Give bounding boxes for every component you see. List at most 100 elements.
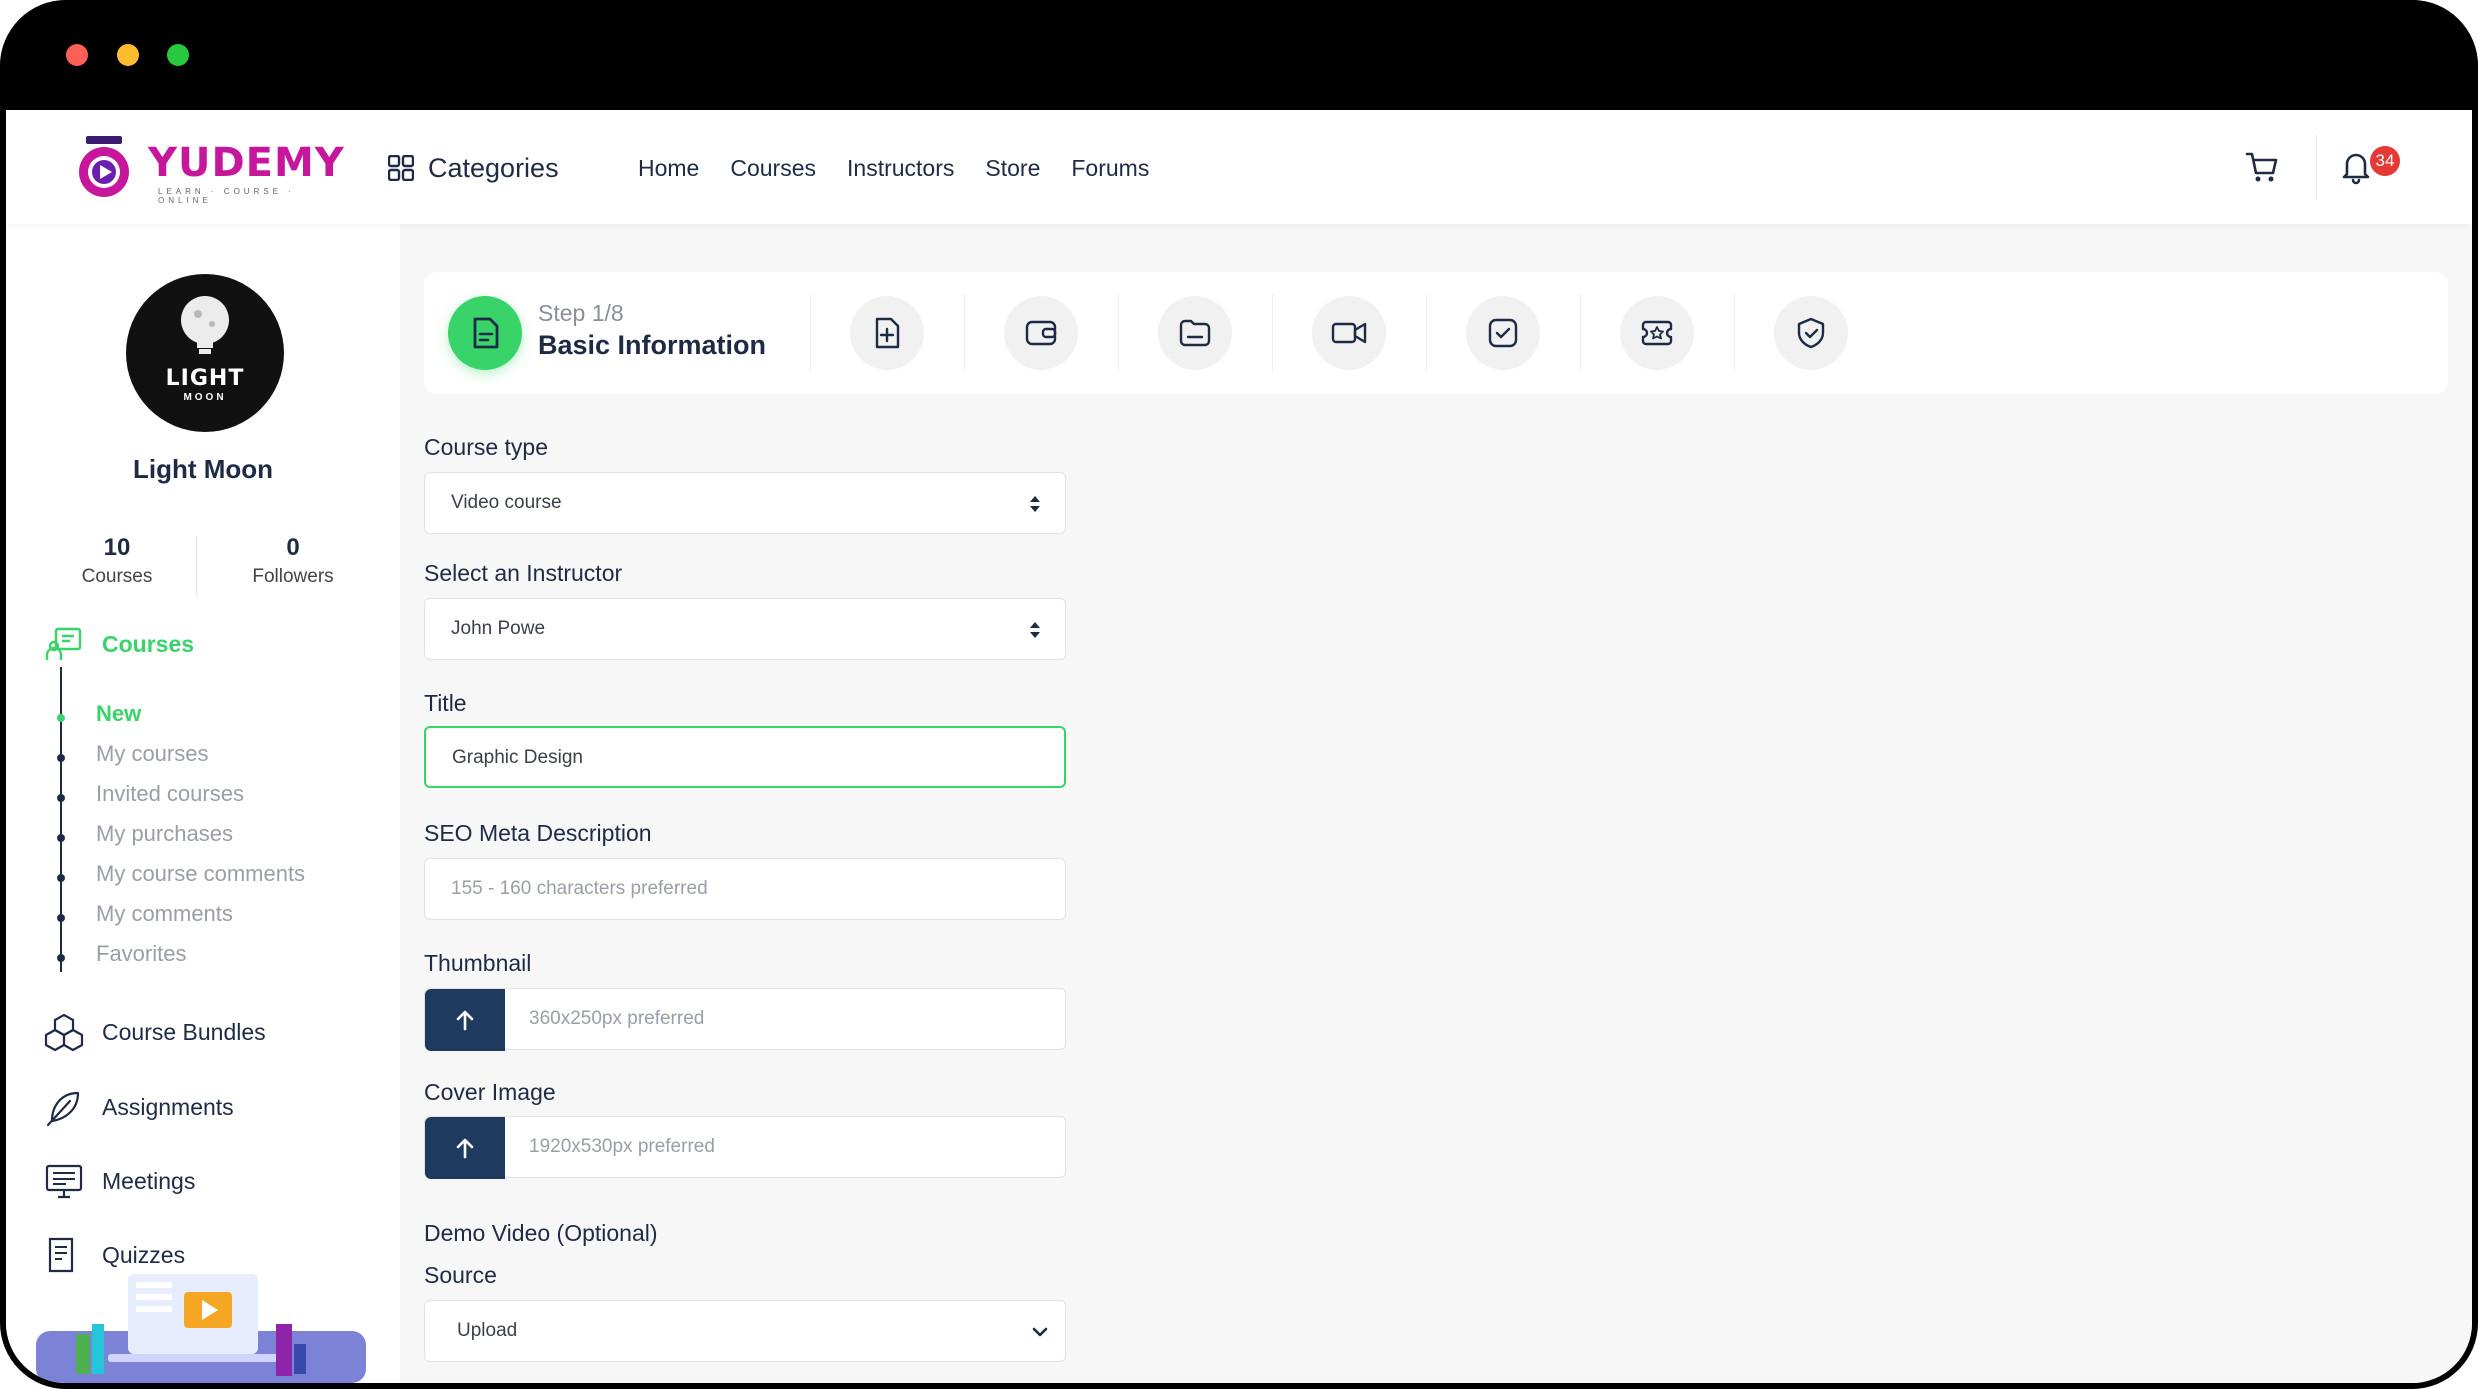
step-divider bbox=[1118, 294, 1119, 372]
submenu-item-my-course-comments[interactable]: My course comments bbox=[96, 861, 305, 887]
document-icon bbox=[473, 317, 499, 349]
courses-stat-label: Courses bbox=[81, 566, 153, 587]
file-plus-icon bbox=[875, 317, 900, 349]
title-value: Graphic Design bbox=[452, 747, 583, 768]
step-6-quiz[interactable] bbox=[1466, 296, 1540, 370]
thumbnail-label: Thumbnail bbox=[424, 950, 532, 976]
folder-icon bbox=[1179, 319, 1211, 347]
stat-divider bbox=[196, 536, 197, 596]
sidebar: LIGHT MOON Light Moon 10 Courses 0 Follo… bbox=[6, 224, 400, 1383]
sidebar-item-courses[interactable]: Courses bbox=[44, 624, 194, 664]
minimize-window-button[interactable] bbox=[117, 44, 139, 66]
step-7-certificate[interactable] bbox=[1620, 296, 1694, 370]
course-type-label: Course type bbox=[424, 434, 549, 460]
followers-stat-label: Followers bbox=[252, 566, 334, 587]
sidebar-item-meetings[interactable]: Meetings bbox=[44, 1161, 195, 1201]
sidebar-item-course-bundles[interactable]: Course Bundles bbox=[44, 1012, 266, 1052]
nav-link-courses[interactable]: Courses bbox=[730, 150, 816, 186]
step-divider bbox=[1734, 294, 1735, 372]
arrow-up-icon bbox=[456, 1010, 474, 1031]
step-counter: Step 1/8 bbox=[538, 300, 624, 326]
seo-description-placeholder: 155 - 160 characters preferred bbox=[451, 878, 708, 899]
cover-image-upload-button[interactable] bbox=[425, 1117, 505, 1179]
checkbox-icon bbox=[1488, 318, 1518, 348]
seo-description-input[interactable]: 155 - 160 characters preferred bbox=[424, 858, 1066, 920]
source-label: Source bbox=[424, 1262, 497, 1288]
step-1-basic-info[interactable] bbox=[448, 296, 522, 370]
step-4-content[interactable] bbox=[1158, 296, 1232, 370]
avatar-text-moon: MOON bbox=[183, 392, 227, 403]
brand-name: YUDEMY bbox=[148, 140, 345, 186]
device-frame: YUDEMY LEARN · COURSE · ONLINE Categorie… bbox=[0, 0, 2478, 1389]
course-type-select[interactable]: Video course bbox=[424, 472, 1066, 534]
submenu-line bbox=[60, 667, 62, 972]
monitor-icon bbox=[45, 1164, 83, 1199]
sidebar-item-meetings-label: Meetings bbox=[102, 1167, 196, 1194]
logo-mark-icon bbox=[79, 136, 129, 197]
submenu-item-invited-courses[interactable]: Invited courses bbox=[96, 781, 244, 807]
user-name: Light Moon bbox=[132, 454, 274, 484]
submenu-item-new[interactable]: New bbox=[96, 701, 141, 727]
top-navigation: YUDEMY LEARN · COURSE · ONLINE Categorie… bbox=[6, 110, 2472, 224]
step-3-pricing[interactable] bbox=[1004, 296, 1078, 370]
submenu-dot bbox=[57, 914, 65, 922]
submenu-item-favorites[interactable]: Favorites bbox=[96, 941, 186, 967]
submenu-dot bbox=[57, 714, 65, 722]
sidebar-item-course-bundles-label: Course Bundles bbox=[102, 1018, 266, 1045]
brand-logo[interactable]: YUDEMY LEARN · COURSE · ONLINE bbox=[70, 132, 344, 205]
arrow-up-icon bbox=[456, 1138, 474, 1159]
source-value: Upload bbox=[457, 1320, 518, 1341]
nav-divider bbox=[2316, 134, 2317, 198]
sidebar-item-courses-label: Courses bbox=[102, 630, 195, 657]
submenu-item-my-purchases[interactable]: My purchases bbox=[96, 821, 233, 847]
brand-tagline: LEARN · COURSE · ONLINE bbox=[158, 187, 295, 205]
step-5-video[interactable] bbox=[1312, 296, 1386, 370]
step-2-extra-information[interactable] bbox=[850, 296, 924, 370]
shield-check-icon bbox=[1797, 317, 1825, 349]
cover-image-label: Cover Image bbox=[424, 1079, 556, 1105]
courses-count: 10 bbox=[103, 534, 131, 561]
app-screen: YUDEMY LEARN · COURSE · ONLINE Categorie… bbox=[6, 110, 2472, 1383]
avatar[interactable]: LIGHT MOON bbox=[126, 274, 284, 432]
main-content: Step 1/8 Basic Information Course type V… bbox=[400, 224, 2472, 1383]
nav-link-forums[interactable]: Forums bbox=[1071, 150, 1149, 186]
cover-image-input[interactable]: 1920x530px preferred bbox=[424, 1116, 1066, 1179]
lightbulb-moon-icon bbox=[181, 296, 229, 354]
source-select[interactable]: Upload bbox=[424, 1300, 1066, 1362]
cover-image-placeholder: 1920x530px preferred bbox=[529, 1136, 715, 1157]
window-titlebar bbox=[0, 0, 2478, 110]
boxes-icon bbox=[44, 1013, 84, 1052]
chevron-down-icon bbox=[1032, 1327, 1048, 1337]
demo-video-label: Demo Video (Optional) bbox=[424, 1220, 658, 1246]
step-divider bbox=[1426, 294, 1427, 372]
title-input[interactable]: Graphic Design bbox=[424, 726, 1066, 788]
instructor-select[interactable]: John Powe bbox=[424, 598, 1066, 660]
step-divider bbox=[1580, 294, 1581, 372]
sort-caret-icon bbox=[1030, 496, 1040, 512]
categories-button[interactable]: Categories bbox=[388, 150, 559, 186]
cart-icon[interactable] bbox=[2242, 146, 2282, 186]
nav-link-home[interactable]: Home bbox=[638, 150, 699, 186]
submenu-dot bbox=[57, 954, 65, 962]
promo-illustration bbox=[36, 1274, 366, 1383]
ticket-star-icon bbox=[1641, 320, 1673, 346]
nav-link-instructors[interactable]: Instructors bbox=[847, 150, 954, 186]
courses-stat: 10 Courses bbox=[42, 534, 192, 588]
title-label: Title bbox=[424, 690, 467, 716]
thumbnail-upload-button[interactable] bbox=[425, 989, 505, 1051]
maximize-window-button[interactable] bbox=[167, 44, 189, 66]
step-divider bbox=[810, 294, 811, 372]
submenu-item-my-comments[interactable]: My comments bbox=[96, 901, 233, 927]
course-wizard-steps: Step 1/8 Basic Information bbox=[424, 272, 2448, 394]
instructor-value: John Powe bbox=[451, 618, 546, 639]
submenu-item-my-courses[interactable]: My courses bbox=[96, 741, 208, 767]
sidebar-item-assignments[interactable]: Assignments bbox=[44, 1087, 234, 1127]
followers-stat: 0 Followers bbox=[218, 534, 368, 588]
main-nav-links: Home Courses Instructors Store Forums bbox=[638, 150, 1149, 186]
close-window-button[interactable] bbox=[66, 44, 88, 66]
step-8-publish[interactable] bbox=[1774, 296, 1848, 370]
thumbnail-input[interactable]: 360x250px preferred bbox=[424, 988, 1066, 1051]
nav-link-store[interactable]: Store bbox=[985, 150, 1040, 186]
thumbnail-placeholder: 360x250px preferred bbox=[529, 1008, 705, 1029]
followers-count: 0 bbox=[286, 534, 300, 561]
